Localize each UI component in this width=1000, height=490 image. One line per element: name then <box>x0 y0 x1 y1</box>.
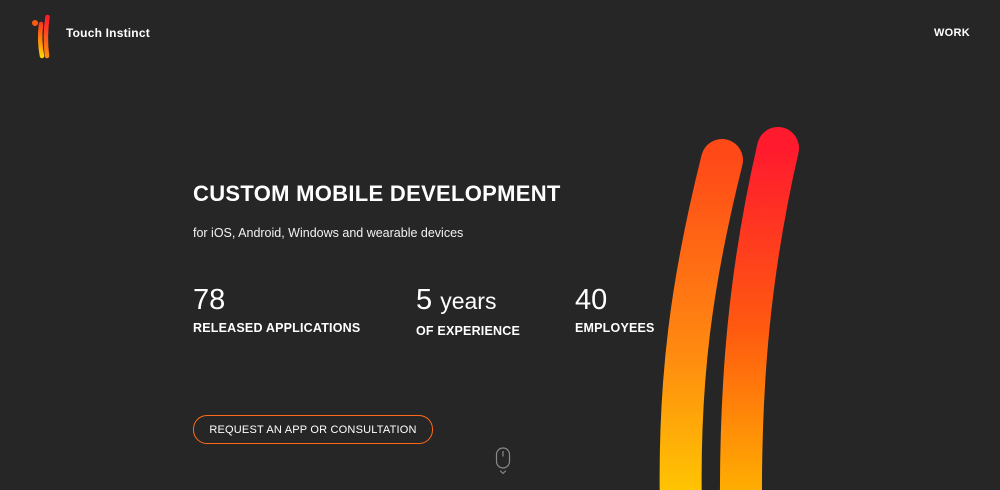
logo-link[interactable]: Touch Instinct <box>30 10 150 60</box>
stat-years-of-experience: 5 years OF EXPERIENCE <box>416 282 520 338</box>
stat-value: 78 <box>193 284 226 316</box>
brand-decor-graphic <box>659 127 807 490</box>
touch-instinct-logo-icon <box>32 14 54 59</box>
decor-bar-left <box>659 139 743 490</box>
site-header: Touch Instinct WORK <box>0 0 1000 70</box>
hero-title: CUSTOM MOBILE DEVELOPMENT <box>193 181 561 206</box>
nav-work-link[interactable]: WORK <box>934 27 970 39</box>
stat-label: RELEASED APPLICATIONS <box>193 321 361 335</box>
logo-text: Touch Instinct <box>66 26 150 40</box>
hero-subtitle: for iOS, Android, Windows and wearable d… <box>193 226 464 240</box>
stat-unit: years <box>440 288 497 314</box>
stat-value: 5 years <box>416 284 497 316</box>
stat-label: OF EXPERIENCE <box>416 324 521 338</box>
stat-released-applications: 78 RELEASED APPLICATIONS <box>193 282 360 335</box>
mouse-scroll-icon[interactable] <box>495 447 511 475</box>
request-consultation-button[interactable]: REQUEST AN APP OR CONSULTATION <box>193 415 433 444</box>
